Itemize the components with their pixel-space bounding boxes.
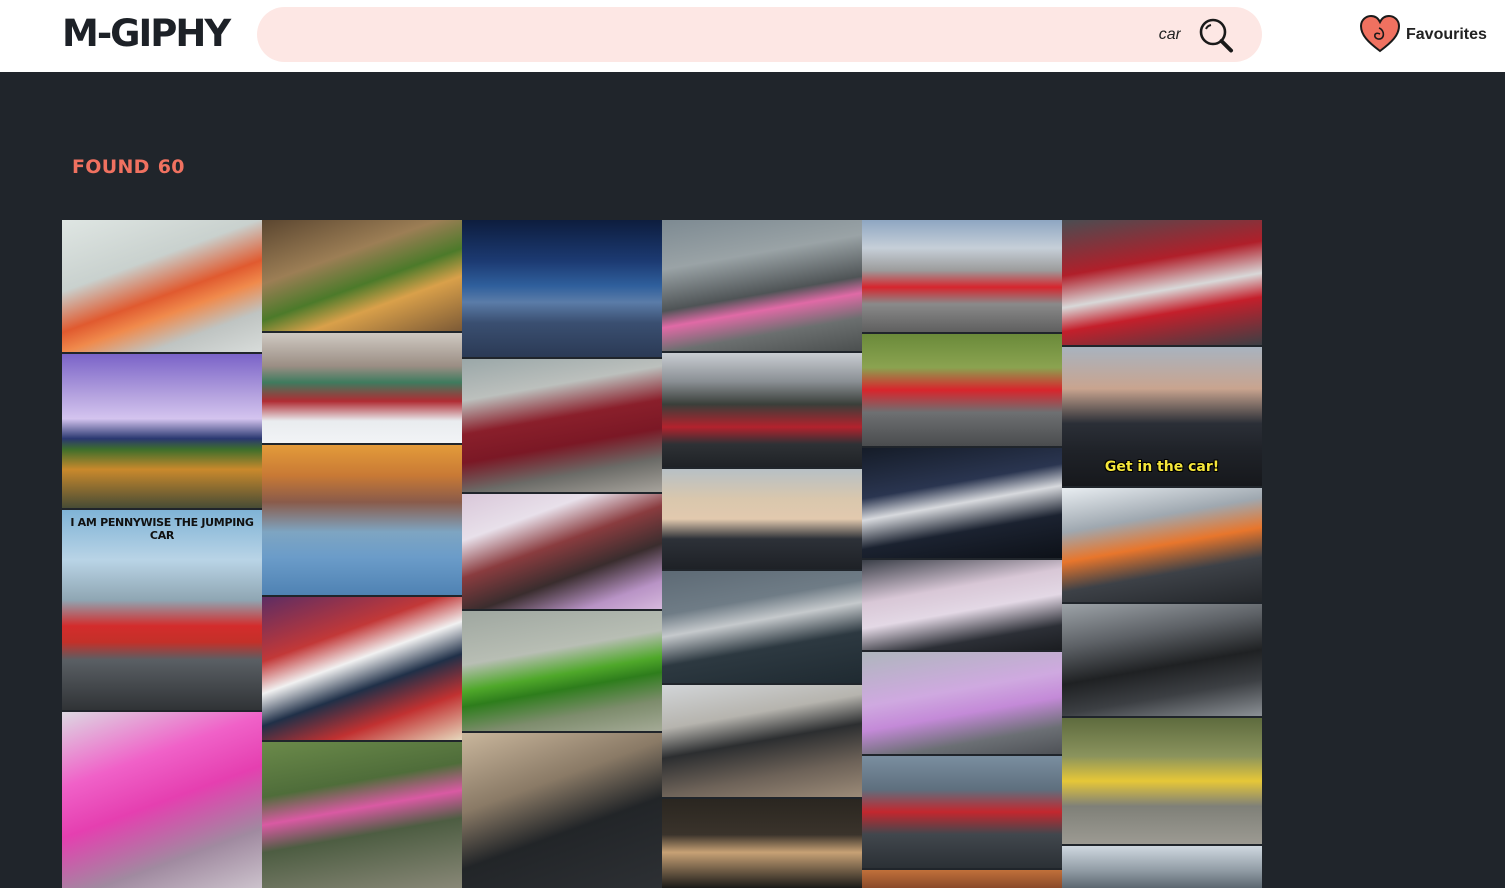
gif-card[interactable]: Get in the car!: [1062, 347, 1262, 486]
gif-card[interactable]: [662, 220, 862, 351]
gif-card[interactable]: [1062, 220, 1262, 345]
gif-card[interactable]: [462, 611, 662, 731]
favourites-label: Favourites: [1406, 26, 1487, 43]
search-bar: [257, 7, 1262, 62]
gif-card[interactable]: [1062, 846, 1262, 888]
heart-icon: [1359, 14, 1401, 53]
gif-card[interactable]: [262, 445, 462, 595]
gif-card[interactable]: [862, 334, 1062, 446]
gif-card[interactable]: [462, 733, 662, 888]
top-bar: M-GIPHY Favourites: [0, 0, 1505, 72]
gif-card[interactable]: [462, 220, 662, 357]
gif-card[interactable]: [62, 712, 262, 888]
gif-caption: I AM PENNYWISE THE JUMPING CAR: [70, 516, 254, 542]
results-count: FOUND 60: [72, 156, 193, 178]
gif-card[interactable]: [62, 220, 262, 352]
gif-grid: I AM PENNYWISE THE JUMPING CAR Get in the…: [62, 220, 1262, 888]
gif-caption: Get in the car!: [1104, 459, 1220, 475]
gif-card[interactable]: [1062, 604, 1262, 716]
gif-card[interactable]: [862, 870, 1062, 888]
found-label: FOUND: [72, 156, 150, 178]
gif-card[interactable]: [862, 220, 1062, 332]
gif-card[interactable]: [262, 742, 462, 888]
gif-card[interactable]: [62, 354, 262, 508]
gif-card[interactable]: [1062, 718, 1262, 844]
search-button[interactable]: [1197, 17, 1235, 55]
gif-card[interactable]: [262, 220, 462, 331]
gif-card[interactable]: I AM PENNYWISE THE JUMPING CAR: [62, 510, 262, 710]
gif-card[interactable]: [662, 469, 862, 569]
search-icon: [1199, 18, 1233, 53]
gif-card[interactable]: [462, 359, 662, 492]
gif-card[interactable]: [662, 353, 862, 467]
gif-card[interactable]: [862, 756, 1062, 868]
gif-card[interactable]: [662, 799, 862, 888]
gif-card[interactable]: [662, 571, 862, 683]
gif-card[interactable]: [862, 560, 1062, 650]
gif-card[interactable]: [262, 333, 462, 443]
found-count: 60: [157, 156, 185, 178]
gif-card[interactable]: [862, 652, 1062, 754]
search-input[interactable]: [281, 7, 1181, 62]
gif-card[interactable]: [862, 448, 1062, 558]
gif-card[interactable]: [462, 494, 662, 609]
gif-card[interactable]: [662, 685, 862, 797]
favourites-link[interactable]: Favourites: [1359, 14, 1489, 54]
gif-card[interactable]: [1062, 488, 1262, 602]
app-logo[interactable]: M-GIPHY: [62, 12, 231, 55]
gif-card[interactable]: [262, 597, 462, 740]
